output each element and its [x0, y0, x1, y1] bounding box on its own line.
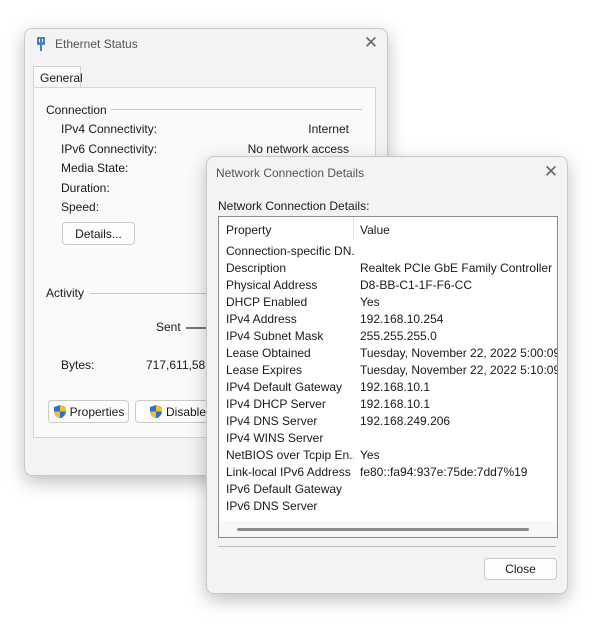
window-title: Ethernet Status: [55, 37, 138, 51]
row-property: NetBIOS over Tcpip En...: [226, 448, 354, 462]
bytes-label: Bytes:: [61, 358, 95, 372]
disable-button-label: Disable: [166, 404, 207, 419]
duration-label: Duration:: [61, 181, 110, 195]
list-row[interactable]: Connection-specific DN...: [219, 244, 557, 261]
shield-icon: [53, 405, 66, 419]
row-value: Tuesday, November 22, 2022 5:00:09 PM: [360, 346, 558, 360]
row-property: IPv4 Address: [226, 312, 297, 326]
row-property: Description: [226, 261, 287, 275]
close-button-label: Close: [505, 562, 536, 576]
row-property: IPv4 DHCP Server: [226, 397, 326, 411]
row-property: Connection-specific DN...: [226, 244, 354, 258]
disable-button[interactable]: Disable: [135, 400, 211, 423]
details-button[interactable]: Details...: [62, 222, 135, 245]
details-title-bar[interactable]: Network Connection Details ✕: [207, 157, 567, 187]
details-caption: Network Connection Details:: [218, 199, 370, 213]
network-adapter-icon: [37, 37, 45, 51]
row-property: IPv6 Default Gateway: [226, 482, 343, 496]
list-row[interactable]: NetBIOS over Tcpip En... Yes: [219, 448, 557, 465]
scrollbar-thumb[interactable]: [237, 528, 529, 531]
row-property: Lease Obtained: [226, 346, 311, 360]
column-header-value[interactable]: Value: [360, 223, 390, 237]
row-value: 192.168.10.1: [360, 397, 431, 411]
list-row[interactable]: Lease Obtained Tuesday, November 22, 2022…: [219, 346, 557, 363]
list-row[interactable]: DHCP Enabled Yes: [219, 295, 557, 312]
column-header-property[interactable]: Property: [226, 223, 271, 237]
list-row[interactable]: Link-local IPv6 Address fe80::fa94:937e:7…: [219, 465, 557, 482]
ipv4-connectivity-label: IPv4 Connectivity:: [61, 122, 158, 136]
ipv4-connectivity-value: Internet: [308, 122, 349, 136]
list-row[interactable]: IPv4 Address 192.168.10.254: [219, 312, 557, 329]
list-row[interactable]: Description Realtek PCIe GbE Family Contr…: [219, 261, 557, 278]
properties-button[interactable]: Properties: [48, 400, 129, 423]
shield-icon: [150, 405, 162, 419]
row-value: Yes: [360, 295, 380, 309]
list-row[interactable]: IPv6 Default Gateway: [219, 482, 557, 499]
media-state-label: Media State:: [61, 161, 129, 175]
row-value: 192.168.10.254: [360, 312, 444, 326]
tab-general[interactable]: General: [33, 66, 83, 88]
speed-label: Speed:: [61, 200, 100, 214]
list-row[interactable]: IPv4 DHCP Server 192.168.10.1: [219, 397, 557, 414]
ipv6-connectivity-value: No network access: [247, 142, 349, 156]
details-button-label: Details...: [75, 226, 122, 241]
ipv6-connectivity-label: IPv6 Connectivity:: [61, 142, 158, 156]
activity-group-label: Activity: [46, 286, 85, 300]
tab-general-label: General: [40, 71, 83, 85]
close-button[interactable]: Close: [484, 558, 557, 580]
horizontal-scrollbar[interactable]: [219, 521, 557, 537]
network-connection-details-window: Network Connection Details ✕ Network Con…: [206, 156, 568, 594]
row-property: IPv4 WINS Server: [226, 431, 324, 445]
list-row[interactable]: Physical Address D8-BB-C1-1F-F6-CC: [219, 278, 557, 295]
sent-label: Sent: [156, 320, 181, 334]
row-property: IPv4 Subnet Mask: [226, 329, 324, 343]
properties-button-label: Properties: [69, 404, 125, 419]
bytes-sent-value: 717,611,581: [146, 358, 212, 372]
list-row[interactable]: IPv4 Default Gateway 192.168.10.1: [219, 380, 557, 397]
connection-group-label: Connection: [46, 103, 107, 117]
details-close-icon[interactable]: ✕: [541, 162, 561, 182]
list-row[interactable]: IPv4 Subnet Mask 255.255.255.0: [219, 329, 557, 346]
row-value: 192.168.10.1: [360, 380, 431, 394]
details-window-title: Network Connection Details: [216, 166, 365, 180]
row-property: IPv4 DNS Server: [226, 414, 318, 428]
row-value: Realtek PCIe GbE Family Controller: [360, 261, 553, 275]
row-property: DHCP Enabled: [226, 295, 308, 309]
row-property: IPv4 Default Gateway: [226, 380, 343, 394]
row-value: D8-BB-C1-1F-F6-CC: [360, 278, 473, 292]
close-icon[interactable]: ✕: [361, 33, 381, 53]
list-row[interactable]: Lease Expires Tuesday, November 22, 2022 …: [219, 363, 557, 380]
row-value: 255.255.255.0: [360, 329, 437, 343]
row-value: fe80::fa94:937e:75de:7dd7%19: [360, 465, 528, 479]
title-bar[interactable]: Ethernet Status ✕: [25, 29, 387, 59]
connection-group-line: [111, 109, 362, 110]
row-value: Tuesday, November 22, 2022 5:10:09 PM: [360, 363, 558, 377]
list-row[interactable]: IPv6 DNS Server: [219, 499, 557, 516]
row-property: Link-local IPv6 Address: [226, 465, 351, 479]
column-divider[interactable]: [353, 217, 354, 239]
row-value: 192.168.249.206: [360, 414, 451, 428]
footer-separator: [218, 546, 556, 547]
row-property: Lease Expires: [226, 363, 303, 377]
row-property: IPv6 DNS Server: [226, 499, 318, 513]
list-header: Property Value: [219, 217, 557, 243]
details-list[interactable]: Property Value Connection-specific DN...…: [218, 216, 558, 538]
row-property: Physical Address: [226, 278, 318, 292]
sent-indicator-line: [186, 327, 206, 329]
list-row[interactable]: IPv4 WINS Server: [219, 431, 557, 448]
row-value: Yes: [360, 448, 380, 462]
list-row[interactable]: IPv4 DNS Server 192.168.249.206: [219, 414, 557, 431]
